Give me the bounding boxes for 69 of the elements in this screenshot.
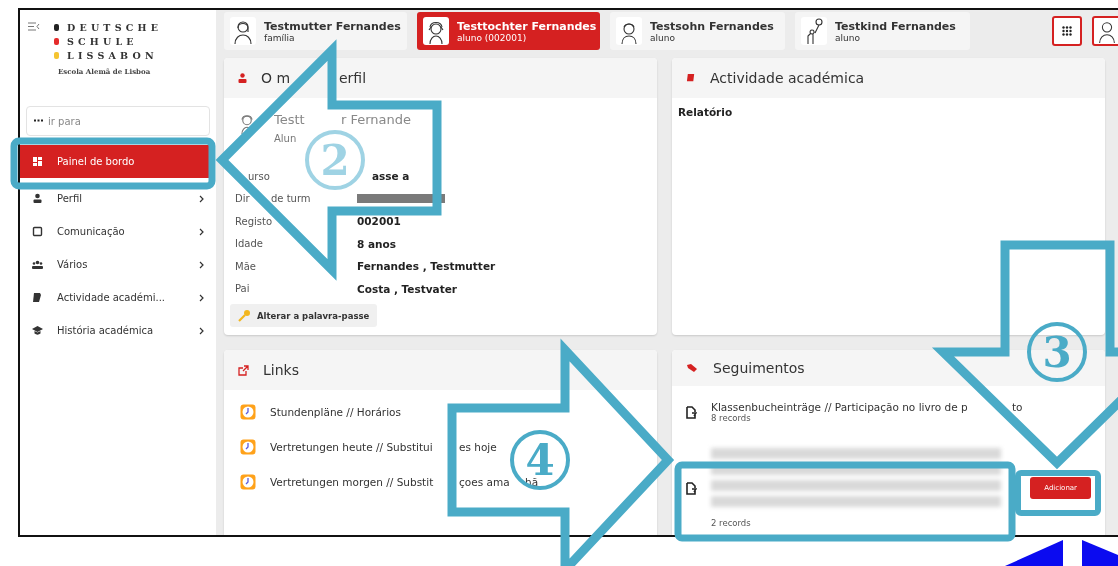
field-label: urso [248,170,270,182]
follow-up-title[interactable]: Klassenbucheinträge // Participação no livro de p [711,401,968,413]
book-icon [32,292,43,303]
person-tab[interactable]: Testmutter Fernandes família [224,12,407,50]
group-icon [32,259,43,270]
inbox-icon [32,226,43,237]
clock-icon [240,473,256,490]
woman-avatar-icon [232,18,254,44]
card-title: Actividade académica [710,70,865,86]
student-name: r Fernande [341,111,412,127]
change-password-button[interactable]: Alterar a palavra-passe [230,304,378,327]
student-name: Testt [274,111,305,127]
clock-icon [240,438,256,455]
student-role: Alun [274,132,298,144]
link[interactable]: Stundenpläne // Horários [270,405,401,418]
card-title: erfil [339,69,367,86]
menu-icon[interactable] [28,22,40,31]
step-number: 2 [305,130,365,190]
field-label: Pai [235,283,250,295]
link[interactable]: Vertretungen morgen // Substit [270,475,434,488]
profile-button[interactable] [1092,16,1118,46]
nav-item[interactable]: Actividade académi... [20,281,216,314]
field-label: Dir [235,193,250,205]
external-link-icon [238,364,249,376]
key-icon [238,309,251,322]
dashboard-icon [32,156,43,167]
person-tab[interactable]: Testsohn Fernandes aluno [610,12,785,50]
clock-icon [240,403,256,420]
search-field[interactable]: ir para [26,106,210,136]
document-icon [686,481,697,495]
document-icon [686,405,697,419]
field-value: 8 anos [357,237,396,250]
user-icon [1096,19,1118,43]
card-title: O m [261,69,291,86]
book-icon [686,73,696,83]
follow-up-title[interactable]: to [1012,401,1023,413]
field-value: 002001 [357,215,401,228]
graduation-cap-icon [32,325,43,336]
field-label: Registo [235,215,273,227]
person-icon [238,72,247,83]
field-label: de turm [271,193,311,205]
record-count: 2 records [711,518,752,528]
apps-button[interactable] [1052,16,1082,46]
field-label: Idade [235,238,263,250]
person-tab[interactable]: Testtochter Fernandes aluno (002001) [417,12,600,50]
person-tab[interactable]: Testkind Fernandes aluno [795,12,970,50]
grid-icon [1062,26,1072,36]
nav-item[interactable]: Vários [20,248,216,281]
logo-text: LISSABON [67,50,158,61]
link[interactable]: es hoje [459,440,497,453]
person-icon [32,193,43,204]
field-value: Costa , Testvater [357,282,457,295]
logo-text: DEUTSCHE [67,22,163,33]
nav-item[interactable]: Comunicação [20,215,216,248]
link[interactable]: çoes ama [459,475,510,488]
step-number: 3 [1027,322,1087,382]
section-heading: Relatório [678,106,734,118]
field-label: Mãe [235,260,256,272]
record-count: 8 records [711,413,751,423]
nav-item[interactable]: História académica [20,314,216,347]
card-title: Seguimentos [713,360,805,376]
logo-text: SCHULE [67,36,138,47]
link[interactable]: Vertretungen heute // Substitui [270,440,433,453]
nav-item[interactable]: Perfil [20,182,216,215]
field-value: Fernandes , Testmutter [357,260,496,273]
field-value: asse a [372,170,410,183]
dots-icon [34,119,43,122]
card-title: Links [263,362,299,378]
tag-icon [686,363,699,373]
